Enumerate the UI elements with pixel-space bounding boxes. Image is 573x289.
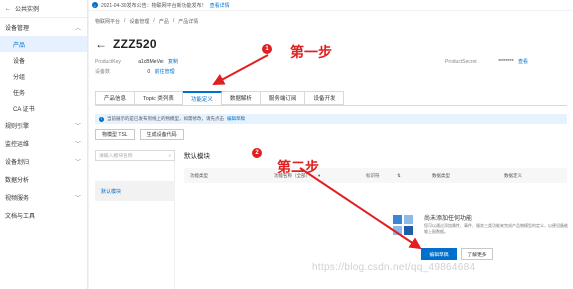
page-title: ZZZ520 (113, 37, 157, 51)
step-badge-2: 2 (252, 148, 262, 158)
breadcrumb-item: 产品详情 (178, 19, 199, 25)
sidebar-section-label: 数据分析 (5, 177, 30, 184)
chevron-up-icon: ︿ (74, 25, 81, 32)
tab-server-subscription[interactable]: 服务端订阅 (260, 91, 306, 105)
notice-bar: i 2021-04-30发布公告：物联网平台新功能发布！ 查看详情 (89, 0, 573, 10)
search-placeholder: 请输入模块名称 (99, 154, 133, 159)
sidebar-item-product[interactable]: 产品 (0, 36, 87, 52)
breadcrumb-separator: / (153, 18, 155, 24)
chevron-down-icon: ﹀ (74, 141, 81, 148)
learn-more-button[interactable]: 了解更多 (461, 248, 493, 260)
info-icon: i (99, 116, 104, 122)
edit-draft-link[interactable]: 编辑草稿 (227, 116, 245, 122)
module-list: 默认模块 (95, 161, 175, 289)
info-alert: i 当前展示的是已发布到线上的物模型，如需修改，请先点击 编辑草稿 (95, 114, 567, 124)
column-header: 数据定义 (504, 172, 522, 178)
sort-icon[interactable]: ⇅ (397, 173, 401, 179)
notice-text: 2021-04-30发布公告：物联网平台新功能发布！ (101, 2, 207, 9)
breadcrumb-separator: / (124, 18, 126, 24)
sidebar-section-monitor[interactable]: 监控运维 ﹀ (0, 134, 87, 152)
alert-text: 当前展示的是已发布到线上的物模型，如需修改，请先点击 (107, 116, 224, 121)
sidebar-section-label: 视频服务 (5, 195, 30, 202)
edit-draft-button[interactable]: 编辑草稿 (421, 248, 457, 260)
toolbar: 物模型 TSL 生成设备代码 (95, 129, 184, 140)
breadcrumb: 物联网平台 / 设备管理 / 产品 / 产品详情 (95, 18, 198, 25)
tab-data-parsing[interactable]: 数据解析 (221, 91, 261, 105)
step-label-1: 第一步 (290, 45, 332, 61)
step-badge-1: 1 (262, 44, 272, 54)
notice-link[interactable]: 查看详情 (210, 2, 230, 9)
tab-topic-list[interactable]: Topic 类列表 (135, 91, 183, 105)
empty-title: 尚未添加任何功能 (424, 216, 473, 222)
sidebar-section-label: 设备划归 (5, 159, 30, 166)
device-count-label: 设备数 (95, 69, 111, 75)
tab-function-definition[interactable]: 功能定义 (182, 91, 222, 105)
productsecret-label: ProductSecret (445, 59, 477, 65)
sidebar-section-assign[interactable]: 设备划归 ﹀ (0, 152, 87, 170)
device-count-value: 0 (147, 69, 151, 75)
back-arrow-icon: ← (5, 5, 11, 12)
instance-switch[interactable]: ← 公共实例 (0, 0, 87, 18)
sidebar-item-ca-cert[interactable]: CA 证书 (0, 100, 87, 116)
back-arrow-icon[interactable]: ← (95, 37, 107, 51)
section-title: 默认模块 (184, 153, 210, 160)
device-count-row: 设备数 0 前往管理 (95, 68, 175, 75)
chevron-down-icon: ﹀ (74, 123, 81, 130)
breadcrumb-item[interactable]: 设备管理 (129, 18, 149, 25)
breadcrumb-item[interactable]: 物联网平台 (95, 18, 120, 25)
sidebar-item-task[interactable]: 任务 (0, 84, 87, 100)
watermark: https://blog.csdn.net/qq_49864684 (312, 262, 476, 273)
sidebar-section-label: 监控运维 (5, 141, 30, 148)
productsecret-row: ProductSecret ******** 查看 (445, 58, 528, 65)
sidebar-section-video[interactable]: 视频服务 ﹀ (0, 188, 87, 206)
tab-device-development[interactable]: 设备开发 (305, 91, 345, 105)
tab-bar: 产品信息 Topic 类列表 功能定义 数据解析 服务端订阅 设备开发 (95, 91, 345, 105)
sidebar-item-group[interactable]: 分组 (0, 68, 87, 84)
module-search-input[interactable]: 请输入模块名称 ⌕ (95, 150, 175, 161)
sidebar-item-device[interactable]: 设备 (0, 52, 87, 68)
tsl-button[interactable]: 物模型 TSL (95, 129, 135, 140)
tab-divider (95, 105, 567, 106)
sidebar-section-label: 文档与工具 (5, 213, 36, 220)
breadcrumb-separator: / (172, 18, 175, 24)
sidebar: ← 公共实例 设备管理 ︿ 产品 设备 分组 任务 CA 证书 规则引擎 ﹀ 监… (0, 0, 88, 289)
generate-code-button[interactable]: 生成设备代码 (139, 129, 184, 140)
sidebar-section-rules[interactable]: 规则引擎 ﹀ (0, 116, 87, 134)
sidebar-section-docs[interactable]: 文档与工具 (0, 206, 87, 224)
app-root: ← 公共实例 设备管理 ︿ 产品 设备 分组 任务 CA 证书 规则引擎 ﹀ 监… (0, 0, 573, 289)
page-header: ← ZZZ520 (95, 37, 157, 51)
empty-desc: 您可以通过添加属性、事件、服务三类功能来完成产品物模型的定义，以便设备能够上报数… (424, 223, 568, 234)
productsecret-value: ******** (498, 59, 514, 65)
sidebar-section-analytics[interactable]: 数据分析 (0, 170, 87, 188)
column-header: 数据类型 (432, 172, 450, 178)
search-icon: ⌕ (168, 153, 171, 159)
manage-devices-link[interactable]: 前往管理 (155, 69, 175, 75)
productkey-value: a1cBMeVei (138, 59, 164, 65)
chevron-down-icon: ﹀ (74, 159, 81, 166)
empty-cubes-icon (389, 211, 419, 241)
breadcrumb-item[interactable]: 产品 (159, 18, 169, 25)
productkey-row: ProductKey a1cBMeVei 复制 (95, 58, 178, 65)
instance-label: 公共实例 (15, 7, 40, 13)
column-header: 功能类型 (190, 172, 208, 178)
step-label-2: 第二步 (277, 160, 319, 176)
sidebar-section-label: 规则引擎 (5, 123, 30, 130)
module-item-default[interactable]: 默认模块 (95, 181, 175, 201)
productkey-label: ProductKey (95, 59, 121, 65)
copy-link[interactable]: 复制 (168, 59, 178, 65)
sidebar-section-label: 设备管理 (5, 25, 30, 32)
table-header: 功能类型 功能名称（全部） ▾ 标识符 ⇅ 数据类型 数据定义 (184, 168, 567, 183)
sidebar-section-device-management[interactable]: 设备管理 ︿ (0, 18, 87, 36)
view-secret-link[interactable]: 查看 (518, 59, 528, 65)
tab-product-info[interactable]: 产品信息 (95, 91, 136, 105)
info-icon: i (92, 2, 98, 8)
column-header: 标识符 (366, 172, 380, 178)
chevron-down-icon: ﹀ (74, 195, 81, 202)
